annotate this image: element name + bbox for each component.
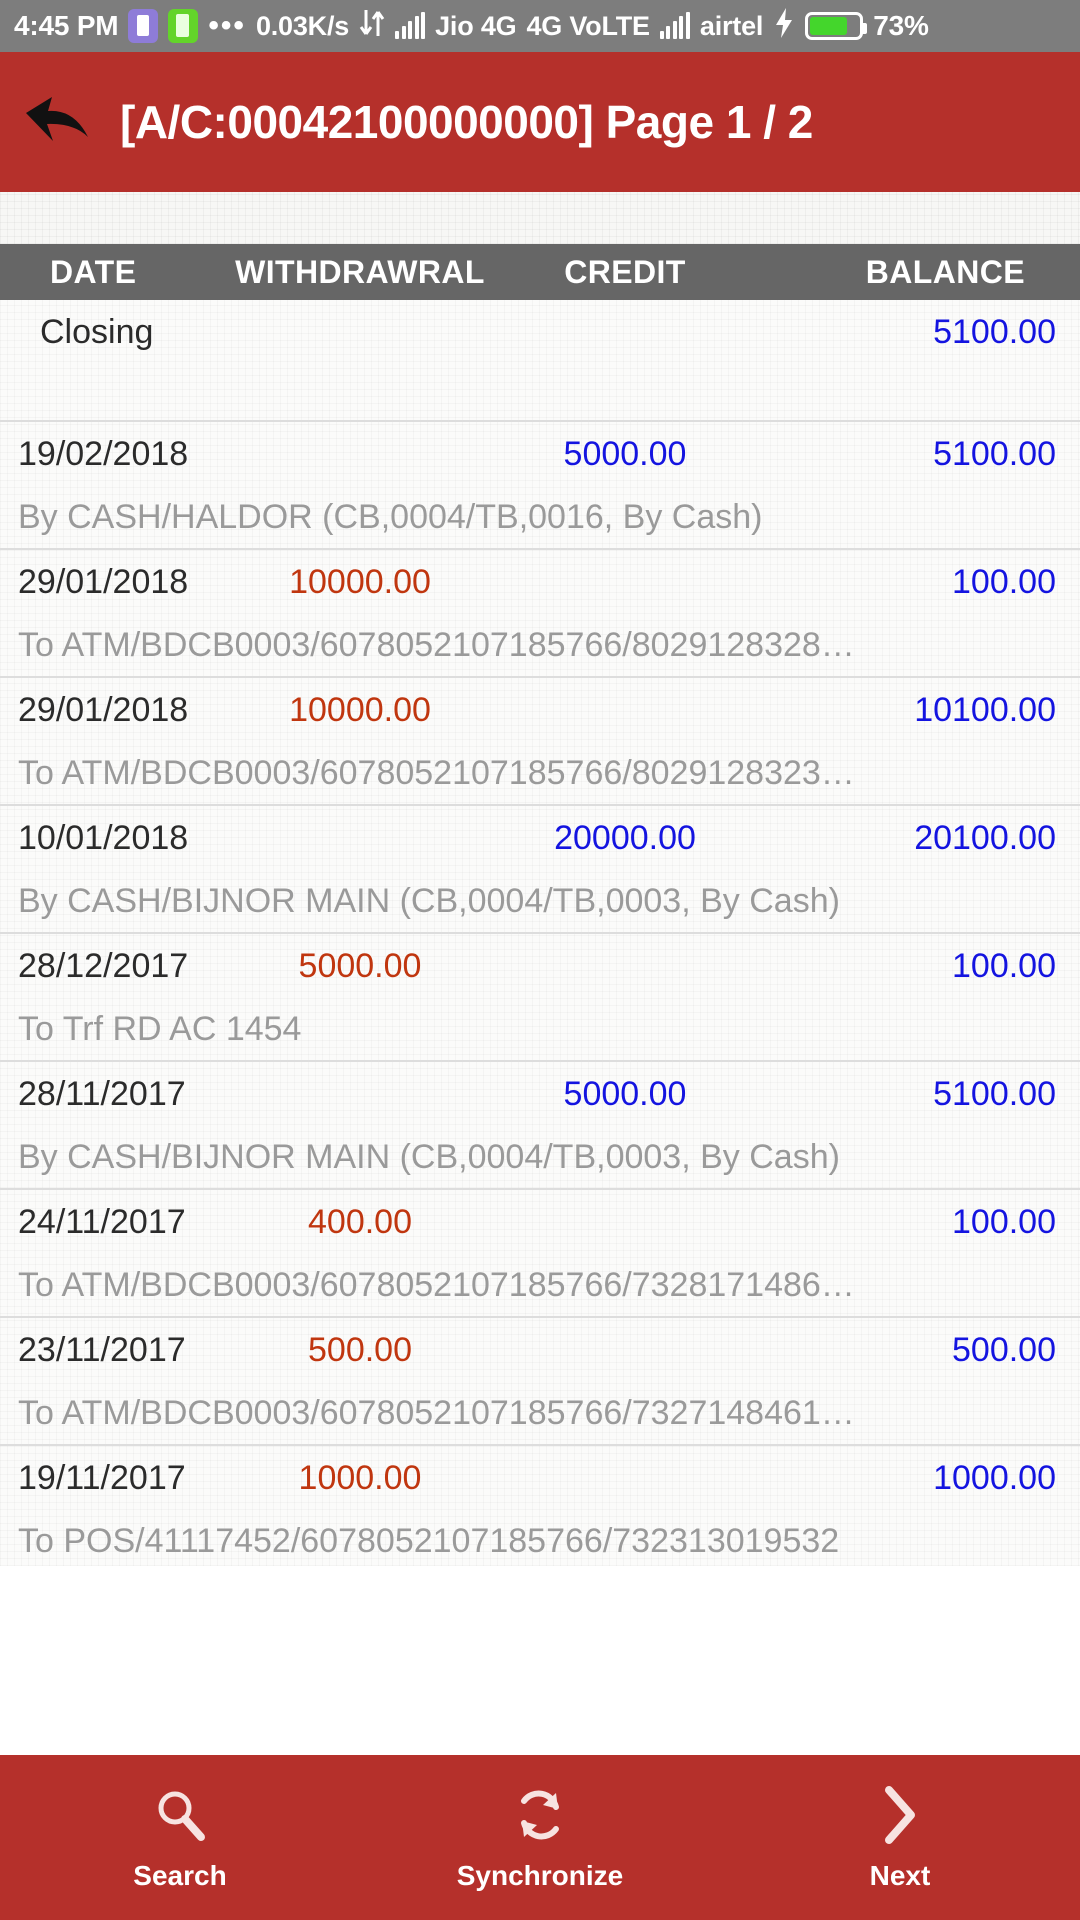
transaction-summary: 28/12/2017 5000.00 100.00 [0, 934, 1080, 998]
chevron-right-icon [877, 1784, 923, 1846]
cell-description: To ATM/BDCB0003/6078052107185766/8029128… [18, 753, 855, 792]
data-speed-label: 0.03K/s [255, 10, 350, 41]
table-row[interactable]: 23/11/2017 500.00 500.00 To ATM/BDCB0003/60… [0, 1318, 1080, 1446]
network-type-label: 4G VoLTE [526, 10, 650, 41]
overflow-dots-icon: ••• [208, 9, 246, 42]
cell-balance: 5100.00 [933, 312, 1056, 351]
cell-description: To ATM/BDCB0003/6078052107185766/7328171… [18, 1265, 855, 1304]
cell-description: To Trf RD AC 1454 [18, 1009, 302, 1048]
cell-date: Closing [40, 312, 154, 351]
signal-bars-icon-sim1 [395, 12, 426, 39]
cell-description [0, 364, 1080, 420]
status-bar: 4:45 PM ••• 0.03K/s Jio 4G 4G VoLTE airt… [0, 0, 1080, 52]
back-arrow-icon[interactable] [22, 91, 98, 153]
column-header-credit: CREDIT [564, 253, 686, 290]
table-row[interactable]: 29/01/2018 10000.00 100.00 To ATM/BDCB0003/… [0, 550, 1080, 678]
cell-withdrawal: 10000.00 [289, 690, 431, 729]
app-bar: [A/C:00042100000000] Page 1 / 2 [0, 52, 1080, 192]
battery-icon [805, 12, 868, 40]
cell-date: 29/01/2018 [18, 690, 189, 729]
cell-withdrawal: 500.00 [308, 1330, 412, 1369]
transaction-summary: 28/11/2017 5000.00 5100.00 [0, 1062, 1080, 1126]
cell-credit: 5000.00 [563, 1074, 687, 1113]
table-row[interactable]: 28/11/2017 5000.00 5100.00 By CASH/BIJNOR M… [0, 1062, 1080, 1190]
table-row[interactable]: 29/01/2018 10000.00 10100.00 To ATM/BDCB000… [0, 678, 1080, 806]
page-title: [A/C:00042100000000] Page 1 / 2 [120, 96, 813, 148]
cell-description: To POS/41117452/6078052107185766/7323130… [18, 1521, 840, 1560]
cell-withdrawal: 1000.00 [298, 1458, 422, 1497]
search-icon [151, 1784, 209, 1846]
transaction-summary: 24/11/2017 400.00 100.00 [0, 1190, 1080, 1254]
cell-date: 10/01/2018 [18, 818, 189, 857]
data-transfer-icon [359, 8, 385, 45]
cell-date: 24/11/2017 [18, 1202, 186, 1241]
transaction-summary: 29/01/2018 10000.00 10100.00 [0, 678, 1080, 742]
cell-credit: 5000.00 [563, 434, 687, 473]
search-button[interactable]: Search [0, 1755, 360, 1920]
signal-bars-icon-sim2 [659, 12, 690, 39]
sim1-carrier-label: Jio 4G [435, 10, 517, 41]
transaction-summary: 10/01/2018 20000.00 20100.00 [0, 806, 1080, 870]
cell-description: By CASH/HALDOR (CB,0004/TB,0016, By Cash… [18, 497, 763, 536]
cell-credit: 20000.00 [554, 818, 696, 857]
cell-date: 19/11/2017 [18, 1458, 186, 1497]
cell-balance: 5100.00 [933, 1074, 1056, 1113]
cell-date: 29/01/2018 [18, 562, 189, 601]
cell-description: To ATM/BDCB0003/6078052107185766/8029128… [18, 625, 855, 664]
cell-balance: 500.00 [952, 1330, 1056, 1369]
cell-balance: 5100.00 [933, 434, 1056, 473]
transaction-summary: 23/11/2017 500.00 500.00 [0, 1318, 1080, 1382]
cell-withdrawal: 10000.00 [289, 562, 431, 601]
transaction-summary: 19/11/2017 1000.00 1000.00 [0, 1446, 1080, 1510]
header-gap-strip [0, 192, 1080, 244]
app-icon-purple [128, 9, 159, 43]
cell-balance: 20100.00 [914, 818, 1056, 857]
sync-icon [510, 1784, 570, 1846]
cell-description: By CASH/BIJNOR MAIN (CB,0004/TB,0003, By… [18, 881, 840, 920]
table-row[interactable]: Closing 5100.00 [0, 300, 1080, 422]
charging-bolt-icon [773, 7, 795, 46]
sim2-carrier-label: airtel [699, 10, 764, 41]
cell-balance: 100.00 [952, 562, 1056, 601]
cell-balance: 10100.00 [914, 690, 1056, 729]
table-row[interactable]: 10/01/2018 20000.00 20100.00 By CASH/BIJNOR… [0, 806, 1080, 934]
cell-withdrawal: 400.00 [308, 1202, 412, 1241]
next-button[interactable]: Next [720, 1755, 1080, 1920]
app-icon-green [168, 9, 199, 43]
column-header-withdrawal: WITHDRAWRAL [235, 253, 485, 290]
table-row[interactable]: 28/12/2017 5000.00 100.00 To Trf RD AC 1454 [0, 934, 1080, 1062]
transaction-summary: 29/01/2018 10000.00 100.00 [0, 550, 1080, 614]
synchronize-button[interactable]: Synchronize [360, 1755, 720, 1920]
table-row[interactable]: 19/11/2017 1000.00 1000.00 To POS/41117452/… [0, 1446, 1080, 1566]
transaction-summary: 19/02/2018 5000.00 5100.00 [0, 422, 1080, 486]
cell-withdrawal: 5000.00 [298, 946, 422, 985]
next-label: Next [869, 1859, 931, 1891]
transaction-list[interactable]: Closing 5100.00 19/02/2018 5000.00 5100.00 By… [0, 300, 1080, 1566]
table-header-row: DATE WITHDRAWRAL CREDIT BALANCE [0, 244, 1080, 300]
cell-date: 28/12/2017 [18, 946, 189, 985]
cell-date: 19/02/2018 [18, 434, 189, 473]
transaction-summary: Closing 5100.00 [0, 300, 1080, 364]
table-row[interactable]: 24/11/2017 400.00 100.00 To ATM/BDCB0003/60… [0, 1190, 1080, 1318]
cell-description: To ATM/BDCB0003/6078052107185766/7327148… [18, 1393, 855, 1432]
table-row[interactable]: 19/02/2018 5000.00 5100.00 By CASH/HALDOR (… [0, 422, 1080, 550]
status-time: 4:45 PM [14, 10, 119, 41]
search-label: Search [133, 1859, 227, 1891]
synchronize-label: Synchronize [456, 1859, 624, 1891]
cell-description: By CASH/BIJNOR MAIN (CB,0004/TB,0003, By… [18, 1137, 840, 1176]
bottom-navigation-bar: Search Synchronize Next [0, 1755, 1080, 1920]
cell-balance: 100.00 [952, 946, 1056, 985]
cell-date: 23/11/2017 [18, 1330, 186, 1369]
cell-date: 28/11/2017 [18, 1074, 186, 1113]
column-header-balance: BALANCE [865, 253, 1025, 290]
cell-balance: 100.00 [952, 1202, 1056, 1241]
column-header-date: DATE [50, 253, 137, 290]
battery-percent-label: 73% [873, 10, 929, 41]
cell-balance: 1000.00 [933, 1458, 1056, 1497]
